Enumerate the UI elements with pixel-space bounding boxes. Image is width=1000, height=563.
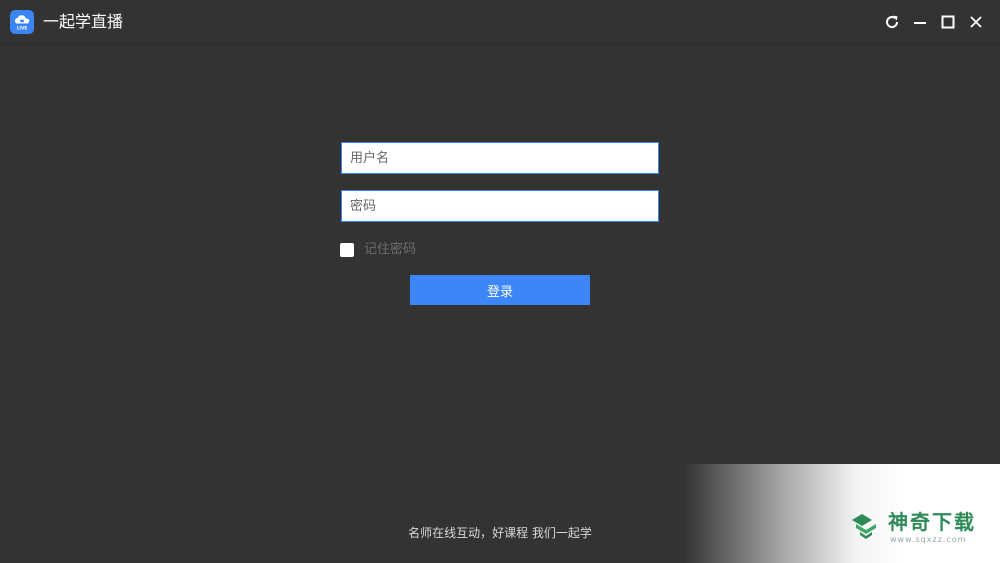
login-button[interactable]: 登录 <box>410 275 590 305</box>
remember-password-checkbox[interactable] <box>340 243 354 257</box>
refresh-button[interactable] <box>882 12 902 32</box>
maximize-button[interactable] <box>938 12 958 32</box>
refresh-icon <box>886 15 899 29</box>
minimize-button[interactable] <box>910 12 930 32</box>
watermark-url: www.sqxzz.com <box>890 535 967 544</box>
close-icon <box>970 16 982 28</box>
live-cloud-icon: LIVE <box>10 10 34 34</box>
minimize-icon <box>914 22 926 24</box>
watermark-logo-icon <box>852 514 876 539</box>
watermark: 神奇下载 www.sqxzz.com <box>684 464 1000 563</box>
username-input[interactable] <box>341 142 659 174</box>
password-input[interactable] <box>341 190 659 222</box>
close-button[interactable] <box>966 12 986 32</box>
app-window: LIVE 一起学直播 记住密码 <box>0 0 1000 563</box>
icon-badge-text: LIVE <box>17 26 28 32</box>
window-title: 一起学直播 <box>43 12 124 31</box>
remember-password-label[interactable]: 记住密码 <box>364 242 416 258</box>
maximize-icon <box>941 15 955 29</box>
title-bar[interactable]: LIVE 一起学直播 <box>0 0 1000 44</box>
watermark-brand: 神奇下载 <box>888 510 976 534</box>
remember-password-row[interactable]: 记住密码 <box>340 242 416 258</box>
